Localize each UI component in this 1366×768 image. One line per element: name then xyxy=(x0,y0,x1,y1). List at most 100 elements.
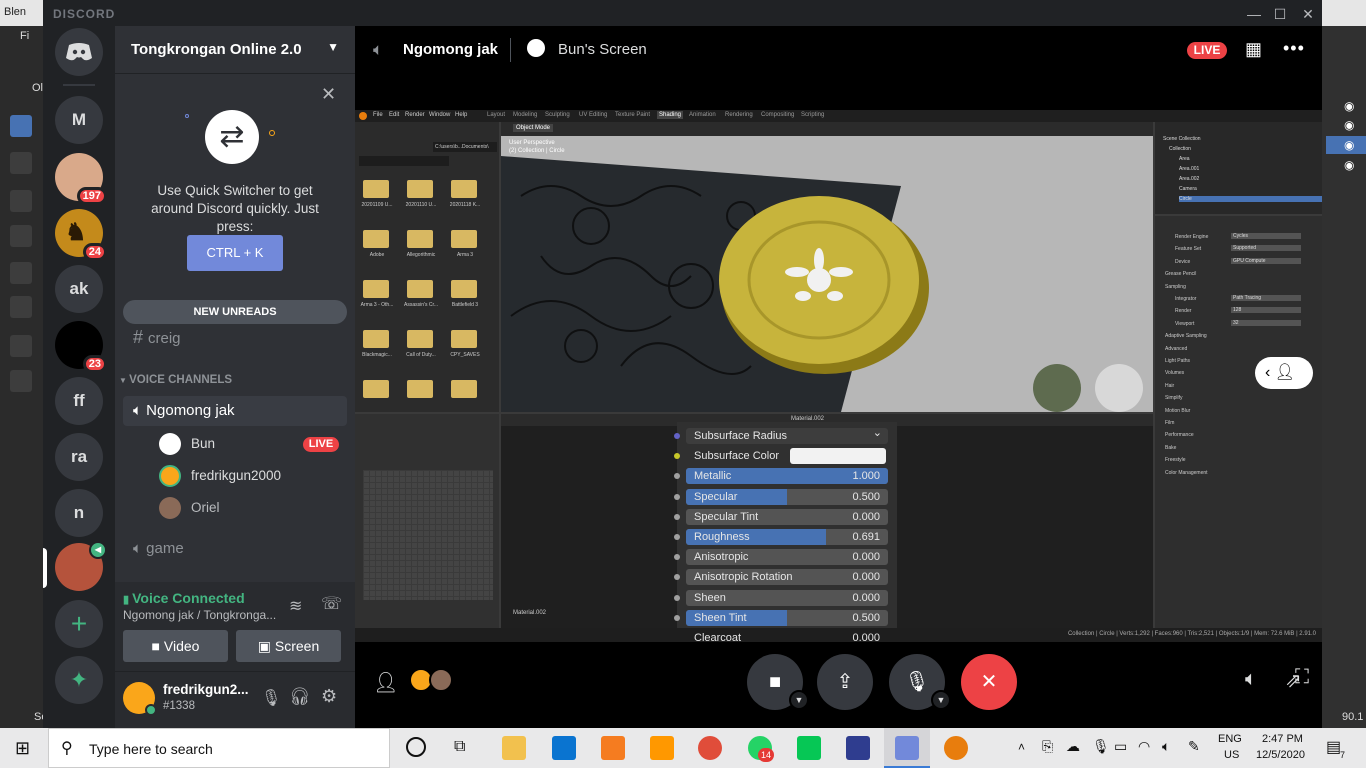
file-explorer-icon[interactable] xyxy=(502,736,526,760)
outliner-item[interactable]: Scene Collection xyxy=(1163,136,1201,142)
server-tongkrongan[interactable]: ◀ xyxy=(55,541,107,591)
voice-connected-status[interactable]: ▮ Voice Connected xyxy=(123,590,245,606)
disconnect-icon[interactable]: ☏ xyxy=(321,594,342,614)
folder-icon[interactable] xyxy=(451,280,477,298)
property-value[interactable]: Cycles xyxy=(1231,233,1301,239)
cortana-icon[interactable] xyxy=(406,737,426,757)
clock-date[interactable]: 12/5/2020 xyxy=(1256,749,1305,761)
node-property-field[interactable]: Anisotropic 0.000 xyxy=(686,549,888,566)
node-property-field[interactable]: Roughness 0.691 xyxy=(686,529,888,545)
folder-icon[interactable] xyxy=(451,330,477,348)
folder-icon[interactable] xyxy=(407,380,433,398)
socket-dot[interactable] xyxy=(674,493,680,500)
pen-icon[interactable]: ✎ xyxy=(1188,738,1200,755)
folder-icon[interactable] xyxy=(363,180,389,198)
battery-icon[interactable]: ▭ xyxy=(1114,738,1127,755)
blender-icon[interactable] xyxy=(944,736,968,760)
screen-share-button[interactable]: ▣ Screen xyxy=(236,630,341,662)
discord-taskbar-active[interactable] xyxy=(884,728,930,768)
outliner-item[interactable]: Area.002 xyxy=(1179,176,1199,182)
volume-icon[interactable]: 🔈︎ xyxy=(1245,668,1257,691)
explore-servers-button[interactable]: ✦ xyxy=(55,656,103,704)
server-m[interactable]: M xyxy=(55,96,103,144)
headphones-icon[interactable]: 🎧︎ xyxy=(289,687,311,707)
folder-icon[interactable] xyxy=(363,380,389,398)
node-property-field[interactable]: Metallic 1.000 xyxy=(686,468,888,485)
microphone-button[interactable]: 🎙︎ ▼ xyxy=(889,654,951,710)
line-icon[interactable] xyxy=(797,736,821,760)
more-options-icon[interactable]: ••• xyxy=(1283,38,1305,59)
server-avatar-dm[interactable]: 197 xyxy=(55,153,107,205)
screen-share-video[interactable]: File Edit Render Window Help Layout Mode… xyxy=(355,110,1322,642)
property-value[interactable]: GPU Compute xyxy=(1231,257,1301,264)
rotate-tool-icon[interactable] xyxy=(10,225,32,247)
server-ak[interactable]: ak xyxy=(55,265,103,313)
windows-start-icon[interactable]: ⊞ xyxy=(15,738,30,759)
voice-user-bun[interactable]: Bun LIVE xyxy=(159,431,339,457)
voice-user-oriel[interactable]: Oriel xyxy=(159,495,339,521)
folder-icon[interactable] xyxy=(407,180,433,198)
folder-icon[interactable] xyxy=(451,380,477,398)
show-hidden-icons[interactable]: ˄ xyxy=(1018,740,1025,754)
server-dark[interactable]: 23 xyxy=(55,321,107,373)
outliner-item[interactable]: Area xyxy=(1179,156,1190,162)
add-user-icon[interactable]: 👤︎ xyxy=(373,670,398,695)
eye-icon[interactable]: ◉ xyxy=(1344,138,1354,152)
cursor-tool-icon[interactable] xyxy=(10,152,32,174)
new-unreads-pill[interactable]: NEW UNREADS xyxy=(123,300,347,324)
volume-tray-icon[interactable]: 🔈︎ xyxy=(1162,738,1170,755)
chrome-icon[interactable] xyxy=(698,736,722,760)
property-value[interactable]: Path Tracing xyxy=(1231,295,1301,301)
xampp-icon[interactable] xyxy=(601,736,625,760)
folder-icon[interactable] xyxy=(407,330,433,348)
node-property-field[interactable]: Subsurface Radius ⌄ xyxy=(686,427,888,444)
folder-icon[interactable] xyxy=(451,180,477,198)
outliner-item[interactable]: Area.001 xyxy=(1179,166,1199,172)
chevron-down-icon[interactable]: ▼ xyxy=(789,690,809,710)
node-property-field[interactable]: Sheen Tint 0.500 xyxy=(686,609,888,626)
maximize-button[interactable]: ☐ xyxy=(1265,4,1295,24)
folder-icon[interactable] xyxy=(363,280,389,298)
property-value[interactable]: Supported xyxy=(1231,245,1301,252)
disconnect-button[interactable]: ✕ xyxy=(961,654,1017,710)
meet-now-icon[interactable]: ⎘ xyxy=(1042,738,1053,755)
eye-icon[interactable]: ◉ xyxy=(1344,99,1354,113)
property-value[interactable]: 128 xyxy=(1231,307,1301,314)
input-region[interactable]: US xyxy=(1224,749,1239,761)
close-icon[interactable]: ✕ xyxy=(321,84,336,105)
voice-user-fredrikgun2000[interactable]: fredrikgun2000 xyxy=(159,463,339,489)
node-property-field[interactable]: Sheen 0.000 xyxy=(686,589,888,606)
discord-viewer-toggle[interactable]: ‹ 👤︎ xyxy=(1255,357,1313,389)
taskbar-search[interactable]: ⚲ Type here to search xyxy=(48,728,390,768)
transform-tool-icon[interactable] xyxy=(10,296,32,318)
fullscreen-icon[interactable]: ⛶ xyxy=(1295,666,1309,689)
settings-gear-icon[interactable]: ⚙ xyxy=(321,686,337,707)
folder-icon[interactable] xyxy=(407,230,433,248)
folder-icon[interactable] xyxy=(451,230,477,248)
voice-location[interactable]: Ngomong jak / Tongkronga... xyxy=(123,608,276,622)
wifi-icon[interactable]: ◠ xyxy=(1138,738,1150,755)
scale-tool-icon[interactable] xyxy=(10,262,32,284)
server-ra[interactable]: ra xyxy=(55,433,103,481)
participant-avatar[interactable] xyxy=(429,668,453,692)
node-property-field[interactable]: Subsurface Color xyxy=(686,448,888,465)
screen-share-toggle[interactable]: ⇪ xyxy=(817,654,873,710)
home-button[interactable] xyxy=(55,28,103,76)
socket-dot[interactable] xyxy=(674,614,680,621)
microphone-tray-icon[interactable]: 🎙︎ xyxy=(1092,738,1110,755)
move-tool-icon[interactable] xyxy=(10,190,32,212)
select-tool-icon[interactable] xyxy=(10,115,32,137)
folder-icon[interactable] xyxy=(407,280,433,298)
username[interactable]: fredrikgun2... xyxy=(163,682,249,697)
server-horse[interactable]: ♞ 24 xyxy=(55,209,107,261)
chevron-down-icon[interactable]: ▼ xyxy=(931,690,951,710)
outliner-item[interactable]: Collection xyxy=(1169,146,1191,152)
vscode-icon[interactable] xyxy=(552,736,576,760)
eye-icon[interactable]: ◉ xyxy=(1344,118,1354,132)
word-icon[interactable] xyxy=(846,736,870,760)
voice-channels-category[interactable]: ▼ VOICE CHANNELS xyxy=(119,374,232,386)
sublime-text-icon[interactable] xyxy=(650,736,674,760)
close-window-button[interactable]: ✕ xyxy=(1293,4,1323,24)
annotate-tool-icon[interactable] xyxy=(10,335,32,357)
color-swatch[interactable] xyxy=(790,448,886,465)
